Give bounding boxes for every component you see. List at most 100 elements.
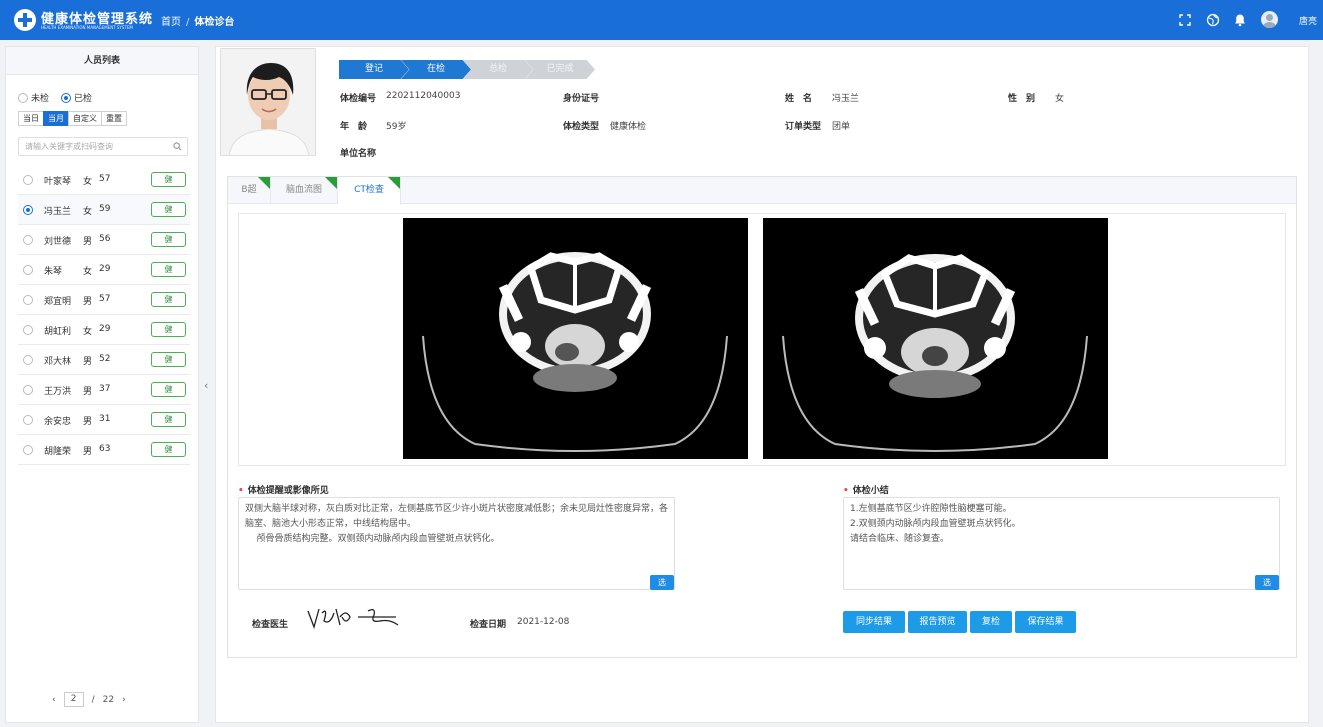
range-custom-button[interactable]: 自定义: [68, 111, 102, 126]
search-input[interactable]: [19, 138, 159, 155]
row-radio[interactable]: [23, 385, 33, 395]
radio-circle-selected[interactable]: [61, 92, 72, 103]
row-radio-selected[interactable]: [23, 205, 33, 215]
recheck-button[interactable]: 复检: [970, 611, 1012, 633]
row-radio[interactable]: [23, 295, 33, 305]
exam-status-radio-group: 未检 已检: [18, 91, 92, 104]
person-name: 叶家琴: [44, 177, 72, 187]
exam-type-value: 健康体检: [610, 122, 647, 132]
row-radio[interactable]: [23, 265, 33, 275]
health-tag-button[interactable]: 健: [151, 292, 186, 307]
health-tag-button[interactable]: 健: [151, 232, 186, 247]
findings-label-text: 体检提醒或影像所见: [247, 486, 329, 496]
user-avatar-icon[interactable]: [1261, 11, 1278, 28]
required-marker: •: [238, 486, 244, 496]
tab-ct-exam[interactable]: CT检查: [338, 177, 401, 205]
tab-cerebral-blood-flow[interactable]: 脑血流图: [271, 177, 338, 204]
person-name: 郑宜明: [44, 297, 72, 307]
bell-icon[interactable]: [1233, 13, 1247, 27]
exam-type-label: 体检类型: [563, 122, 600, 132]
findings-textarea[interactable]: 双侧大脑半球对称，灰白质对比正常，左侧基底节区少许小斑片状密度减低影；余未见局灶…: [238, 497, 675, 590]
order-type-value: 团单: [832, 122, 851, 132]
person-row[interactable]: 朱琴 女 29 健: [18, 255, 190, 285]
row-radio[interactable]: [23, 325, 33, 335]
patient-photo: [220, 48, 316, 156]
summary-select-button[interactable]: 选: [1255, 575, 1279, 590]
page-number-input[interactable]: 2: [63, 692, 84, 707]
prev-page-button[interactable]: ‹: [52, 695, 56, 705]
person-row[interactable]: 叶家琴 女 57 健: [18, 165, 190, 195]
tab-ultrasound[interactable]: B超: [228, 177, 271, 204]
tab-label: B超: [241, 185, 257, 195]
company-label: 单位名称: [340, 149, 377, 159]
app-subtitle: HEALTH EXAMINATION MANAGEMENT SYSTEM: [41, 25, 133, 30]
health-tag-button[interactable]: 健: [151, 382, 186, 397]
health-tag-button[interactable]: 健: [151, 322, 186, 337]
id-no-label: 身份证号: [563, 94, 600, 104]
ct-scan-image-1[interactable]: [403, 218, 748, 459]
person-row[interactable]: 郑宜明 男 57 健: [18, 285, 190, 315]
person-age: 57: [99, 294, 111, 304]
health-tag-button[interactable]: 健: [151, 262, 186, 277]
exam-date-label: 检查日期: [470, 620, 507, 630]
username[interactable]: 唐亮: [1299, 14, 1317, 27]
person-name: 邓大林: [44, 357, 72, 367]
health-tag-button[interactable]: 健: [151, 202, 186, 217]
health-tag-button[interactable]: 健: [151, 172, 186, 187]
row-radio[interactable]: [23, 235, 33, 245]
breadcrumb-home[interactable]: 首页: [161, 17, 181, 28]
health-tag-button[interactable]: 健: [151, 352, 186, 367]
person-row[interactable]: 邓大林 男 52 健: [18, 345, 190, 375]
fullscreen-icon[interactable]: [1178, 13, 1192, 27]
person-sex: 男: [83, 297, 93, 307]
sync-result-button[interactable]: 同步结果: [843, 611, 905, 633]
range-month-button[interactable]: 当月: [43, 111, 69, 126]
exam-no-label: 体检编号: [340, 94, 377, 104]
row-radio[interactable]: [23, 355, 33, 365]
person-sex: 女: [83, 267, 93, 277]
save-result-button[interactable]: 保存结果: [1015, 611, 1076, 633]
person-age: 52: [99, 354, 111, 364]
completed-flag-icon: [388, 177, 400, 189]
name-value: 冯玉兰: [832, 94, 860, 104]
search-icon[interactable]: [173, 142, 182, 151]
person-list-panel: 人员列表 未检 已检 当日 当月 自定义 重置 叶家琴 女 57 健 冯玉兰: [5, 46, 199, 723]
range-reset-button[interactable]: 重置: [101, 111, 127, 126]
tab-label: 脑血流图: [285, 185, 322, 195]
person-row[interactable]: 刘世德 男 56 健: [18, 225, 190, 255]
health-tag-button[interactable]: 健: [151, 442, 186, 457]
person-row[interactable]: 胡隆荣 男 63 健: [18, 435, 190, 465]
step-register: 登记: [339, 60, 409, 79]
person-row[interactable]: 王万洪 男 37 健: [18, 375, 190, 405]
summary-textarea[interactable]: 1.左侧基底节区少许腔隙性脑梗塞可能。 2.双侧颈内动脉颅内段血管壁斑点状钙化。…: [843, 497, 1280, 590]
person-sex: 女: [83, 327, 93, 337]
radio-circle[interactable]: [18, 92, 28, 103]
person-age: 29: [99, 324, 111, 334]
row-radio[interactable]: [23, 175, 33, 185]
person-age: 29: [99, 264, 111, 274]
pagination: ‹ 2 / 22 ›: [52, 692, 126, 707]
person-list-title: 人员列表: [6, 47, 198, 75]
person-name: 胡隆荣: [44, 447, 72, 457]
step-completed: 已完成: [525, 60, 595, 79]
findings-label: • 体检提醒或影像所见: [238, 483, 329, 496]
sex-label: 性 别: [1008, 94, 1036, 104]
collapse-sidebar-icon[interactable]: ‹: [204, 379, 208, 392]
range-today-button[interactable]: 当日: [18, 111, 44, 126]
globe-icon[interactable]: [1206, 13, 1220, 27]
breadcrumb-separator: /: [186, 17, 190, 28]
row-radio[interactable]: [23, 445, 33, 455]
report-preview-button[interactable]: 报告预览: [908, 611, 967, 633]
person-row-selected[interactable]: 冯玉兰 女 59 健: [18, 195, 190, 225]
ct-scan-image-2[interactable]: [763, 218, 1108, 459]
health-tag-button[interactable]: 健: [151, 412, 186, 427]
radio-checked-status[interactable]: 已检: [61, 91, 92, 104]
person-row[interactable]: 胡虹利 女 29 健: [18, 315, 190, 345]
row-radio[interactable]: [23, 415, 33, 425]
person-row[interactable]: 余安忠 男 31 健: [18, 405, 190, 435]
breadcrumb-current: 体检诊台: [194, 17, 235, 28]
radio-unchecked-status[interactable]: 未检: [18, 91, 49, 104]
next-page-button[interactable]: ›: [122, 695, 126, 705]
top-header: 健康体检管理系统 HEALTH EXAMINATION MANAGEMENT S…: [0, 0, 1323, 40]
findings-select-button[interactable]: 选: [650, 575, 674, 590]
